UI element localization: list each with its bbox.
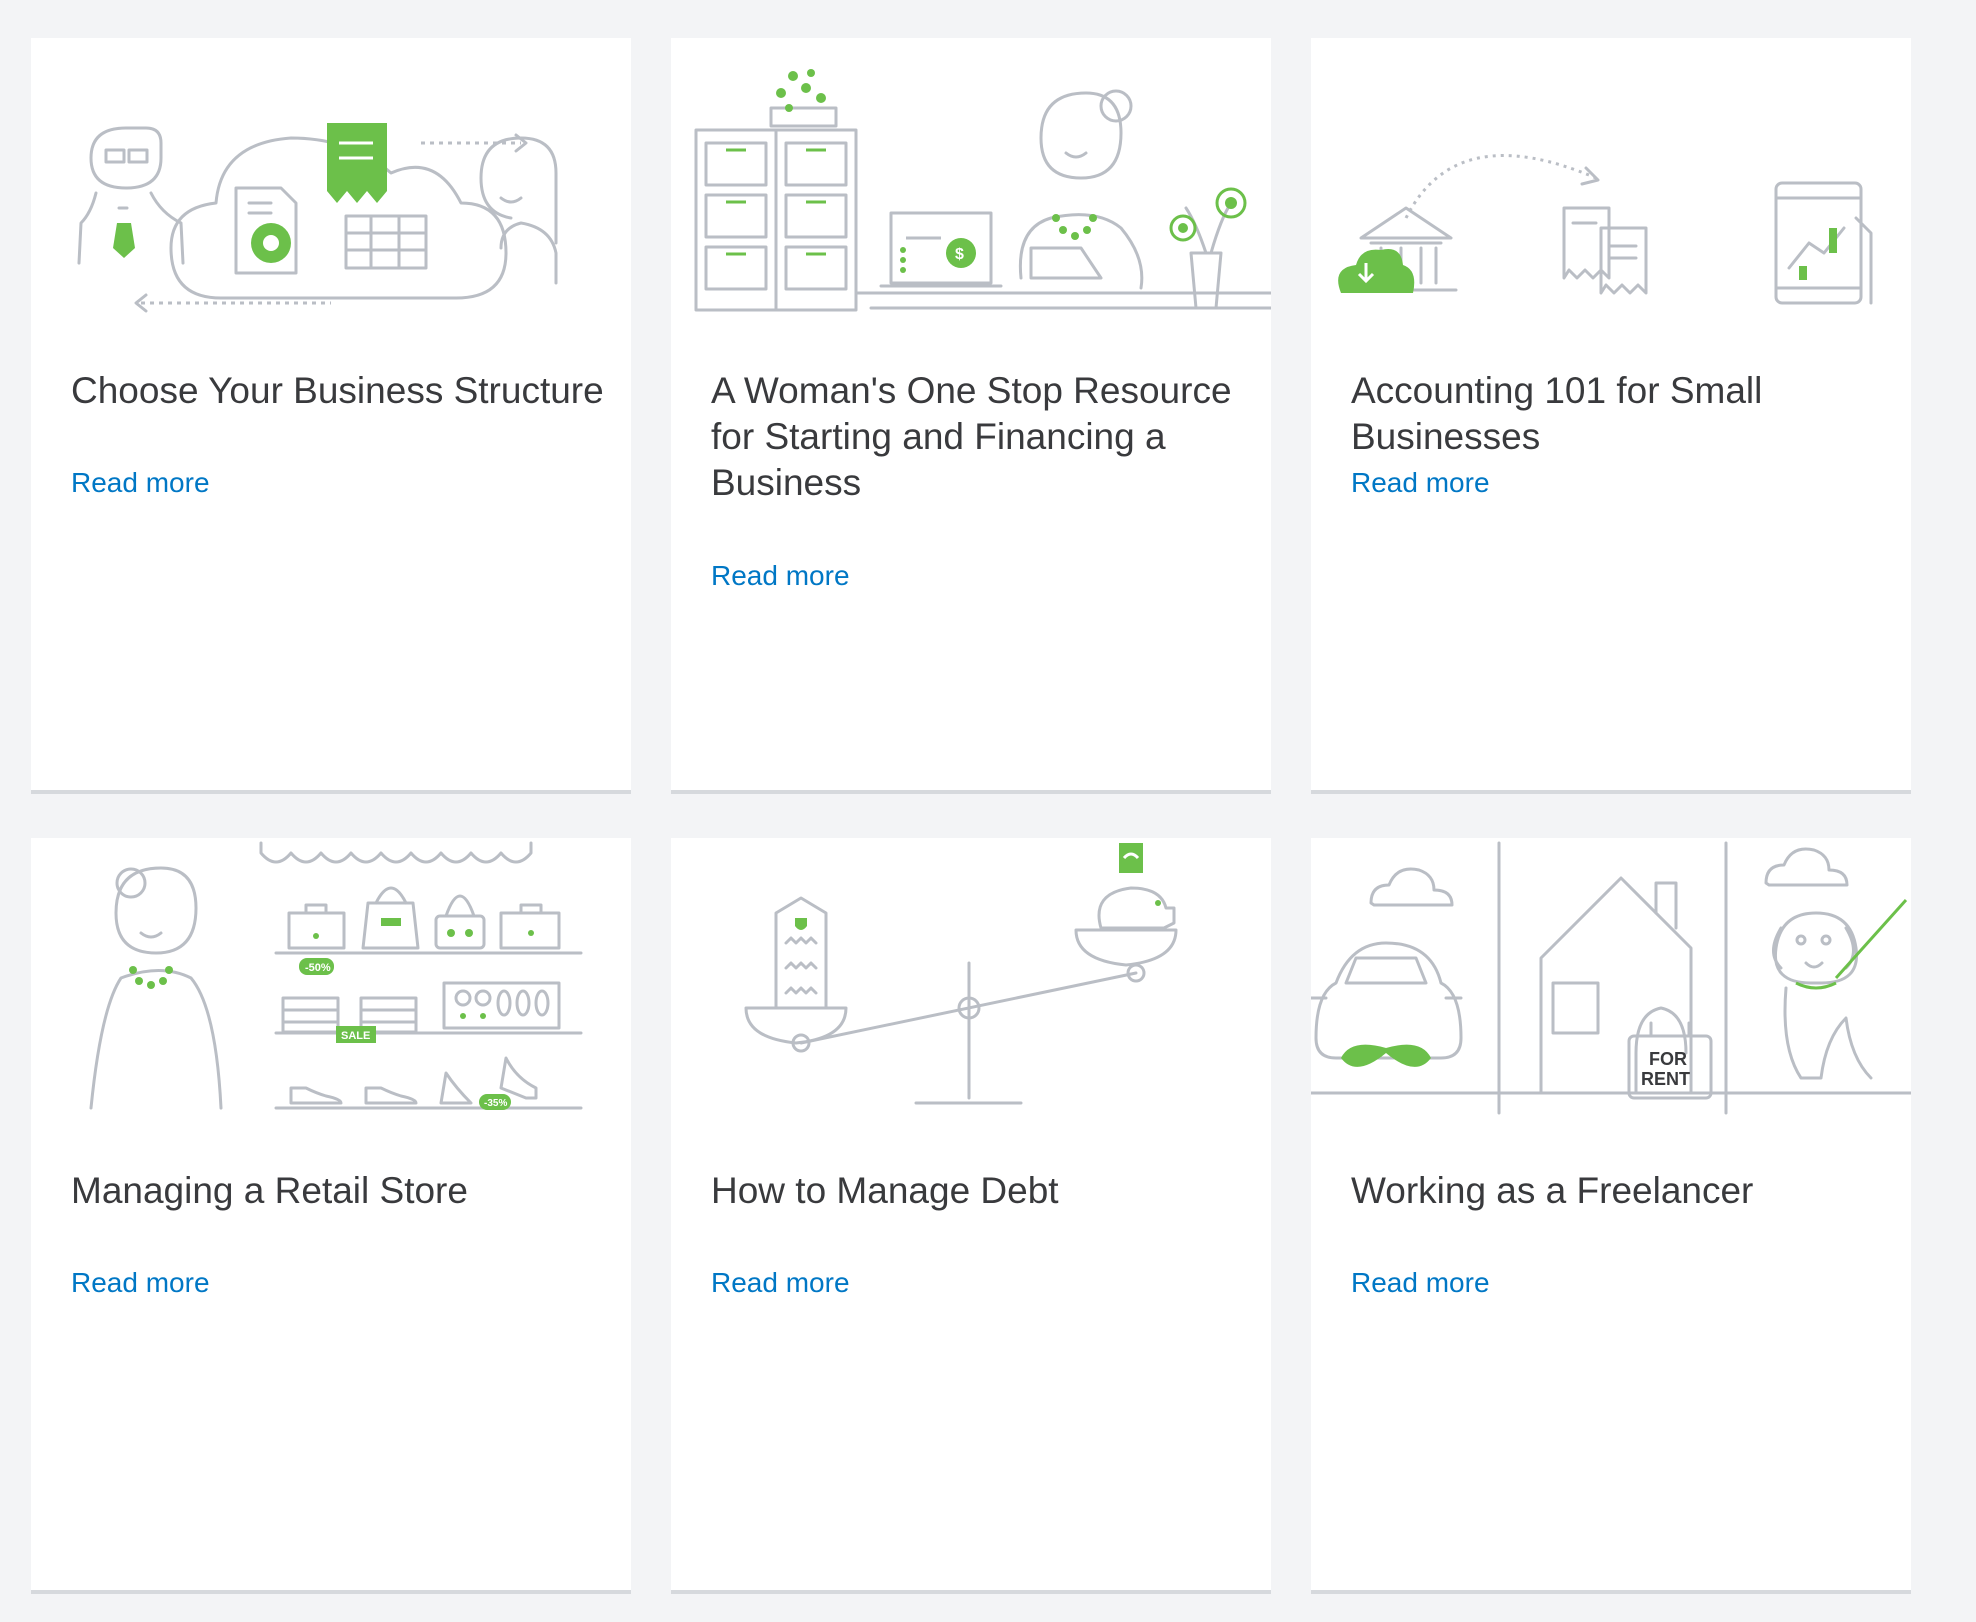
sale-label: SALE [341, 1030, 370, 1042]
article-card-retail-store[interactable]: -50% SALE -35% Managing a Retail Store R… [31, 838, 631, 1594]
svg-text:$: $ [955, 246, 964, 263]
article-card-manage-debt[interactable]: How to Manage Debt Read more [671, 838, 1271, 1594]
people-cloud-documents-icon [31, 38, 631, 320]
card-title: Accounting 101 for Small Businesses [1351, 370, 1763, 457]
article-card-business-structure[interactable]: Choose Your Business Structure Read more [31, 38, 631, 794]
read-more-link[interactable]: Read more [1351, 467, 1490, 499]
card-title: Working as a Freelancer [1351, 1170, 1754, 1211]
article-card-freelancer[interactable]: FOR RENT Working as a Freelancer Read mo… [1311, 838, 1911, 1594]
card-title: How to Manage Debt [711, 1170, 1059, 1211]
read-more-link[interactable]: Read more [1351, 1267, 1490, 1299]
article-card-accounting-101[interactable]: Accounting 101 for Small Businesses Read… [1311, 38, 1911, 794]
read-more-link[interactable]: Read more [711, 560, 850, 592]
read-more-link[interactable]: Read more [71, 467, 210, 499]
woman-retail-shelves-icon: -50% SALE -35% [31, 838, 631, 1120]
car-house-dog-icon: FOR RENT [1311, 838, 1911, 1120]
for-rent-label: RENT [1641, 1069, 1690, 1089]
discount-label: -35% [484, 1098, 507, 1109]
seesaw-building-piggybank-icon [671, 838, 1271, 1120]
read-more-link[interactable]: Read more [711, 1267, 850, 1299]
bank-receipts-tablet-icon [1311, 38, 1911, 320]
read-more-link[interactable]: Read more [71, 1267, 210, 1299]
article-card-womans-resource[interactable]: $ A Woman's One Stop Resource for Starti… [671, 38, 1271, 794]
card-title: A Woman's One Stop Resource for Starting… [711, 370, 1232, 503]
discount-label: -50% [305, 962, 331, 974]
woman-office-desk-icon: $ [671, 38, 1271, 320]
card-title: Managing a Retail Store [71, 1170, 468, 1211]
card-title: Choose Your Business Structure [71, 370, 604, 411]
for-rent-label: FOR [1649, 1049, 1687, 1069]
